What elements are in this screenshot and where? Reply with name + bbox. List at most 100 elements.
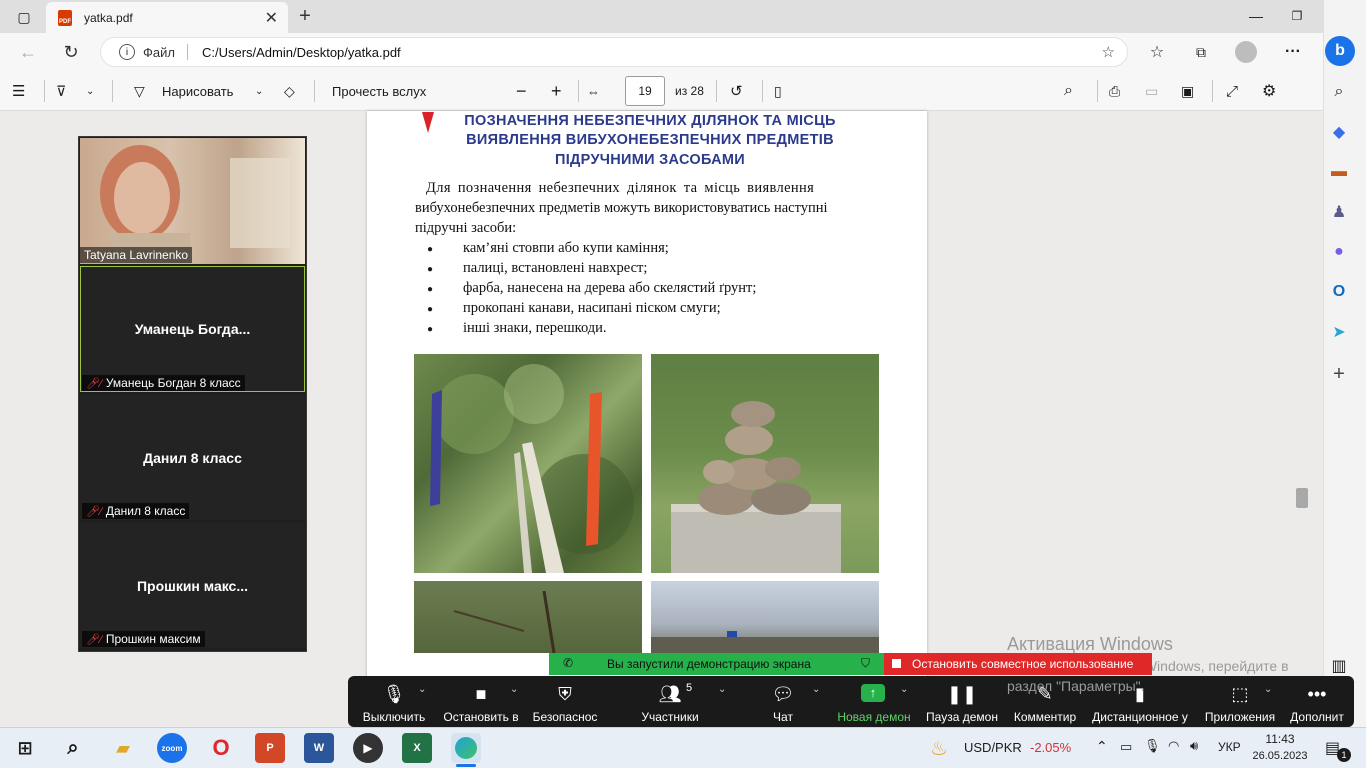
file-explorer-icon[interactable]: ▰	[108, 733, 138, 763]
clock-date[interactable]: 26.05.2023	[1250, 750, 1310, 762]
more-button[interactable]: ••• Дополнит	[1285, 676, 1349, 727]
shield-check-icon: ⛉	[861, 656, 871, 670]
save-icon[interactable]: ▭	[1145, 71, 1165, 111]
pdf-settings-icon[interactable]: ⚙	[1262, 71, 1282, 111]
page-total: из 28	[675, 84, 704, 98]
refresh-icon[interactable]: ↻	[58, 40, 84, 64]
favorites-icon[interactable]: ☆	[1144, 40, 1170, 64]
tray-mic-icon[interactable]: 🎙︎	[1144, 738, 1161, 754]
apps-chevron-icon[interactable]: ⌄	[1264, 684, 1272, 695]
contents-icon[interactable]: ☰	[12, 71, 32, 111]
pause-share-button[interactable]: ❚❚ Пауза демон	[924, 676, 1000, 727]
page-number-input[interactable]: 19	[625, 76, 665, 106]
tab-yatka[interactable]: PDF yatka.pdf ✕	[46, 2, 288, 33]
windows-start-icon[interactable]: ⊞	[10, 733, 40, 763]
collections-icon[interactable]: ⧉	[1188, 40, 1214, 64]
toolbar-separator	[314, 80, 315, 102]
red-marker-icon	[422, 112, 434, 133]
stop-share-button[interactable]: Остановить совместное использование	[884, 653, 1152, 675]
tab-close-icon[interactable]: ✕	[265, 8, 278, 28]
participants-button[interactable]: 👥︎ Участники	[636, 676, 704, 727]
mic-muted-icon: 🎤︎⁄	[86, 505, 102, 518]
share-chevron-icon[interactable]: ⌄	[900, 684, 908, 695]
video-tatyana[interactable]	[80, 138, 305, 264]
tools-icon[interactable]: ▬	[1325, 158, 1353, 186]
participant-label-text: Tatyana Lavrinenko	[84, 248, 189, 262]
pdf-file-icon: PDF	[58, 9, 72, 26]
info-icon[interactable]: i	[119, 44, 135, 60]
participant-label: Tatyana Lavrinenko	[80, 247, 193, 263]
pdf-scrollbar-thumb[interactable]	[1296, 488, 1308, 508]
participants-label: Участники	[641, 710, 699, 724]
volume-icon[interactable]: 🔊︎	[1190, 738, 1198, 754]
participant-label: 🎤︎⁄ Прошкин максим	[82, 631, 205, 647]
stop-icon	[892, 659, 901, 668]
restore-icon[interactable]: ❐	[1280, 4, 1314, 28]
bing-icon[interactable]: b	[1325, 36, 1355, 66]
eraser-icon[interactable]: ◇	[284, 71, 302, 111]
participant-label: 🎤︎⁄ Данил 8 класс	[82, 503, 190, 519]
fullscreen-icon[interactable]: ⤢	[1226, 71, 1246, 111]
mic-muted-icon: 🎤︎⁄	[86, 633, 102, 646]
profile-avatar[interactable]	[1235, 41, 1257, 63]
windows-taskbar	[0, 727, 1366, 768]
address-field[interactable]: i Файл C:/Users/Admin/Desktop/yatka.pdf …	[100, 37, 1128, 67]
rotate-icon[interactable]: ↺	[730, 71, 750, 111]
edge-logo-icon	[455, 737, 477, 759]
excel-icon[interactable]: X	[402, 733, 432, 763]
draw-chevron-icon[interactable]: ⌄	[255, 71, 269, 111]
read-aloud-button[interactable]: Прочесть вслух	[332, 71, 426, 111]
games-icon[interactable]: ♟	[1325, 198, 1353, 226]
outlook-icon[interactable]: O	[1325, 278, 1353, 306]
draw-icon[interactable]: ▽	[134, 71, 152, 111]
clock-time[interactable]: 11:43	[1250, 732, 1310, 746]
add-sidebar-icon[interactable]: +	[1325, 360, 1353, 388]
save-as-icon[interactable]: ▣	[1181, 71, 1201, 111]
taskbar-search-icon[interactable]: ⌕	[58, 733, 88, 763]
opera-icon[interactable]: O	[206, 733, 236, 763]
input-language[interactable]: УКР	[1218, 740, 1241, 754]
media-player-icon[interactable]: ▶	[353, 733, 383, 763]
annotate-label: Комментир	[1013, 710, 1077, 724]
add-favorite-icon[interactable]: ☆	[1102, 43, 1115, 61]
highlight-chevron-icon[interactable]: ⌄	[86, 71, 100, 111]
search-icon[interactable]: ⌕	[1064, 71, 1084, 111]
currency-pair[interactable]: USD/PKR	[964, 740, 1022, 755]
zoom-app-icon[interactable]: zoom	[157, 733, 187, 763]
photo-stones	[651, 354, 879, 573]
shopping-icon[interactable]: ◆	[1325, 118, 1353, 146]
back-icon[interactable]: ←	[15, 40, 41, 64]
chat-chevron-icon[interactable]: ⌄	[812, 684, 820, 695]
activation-line3: раздел "Параметры".	[1007, 678, 1145, 694]
security-button[interactable]: ⛨ Безопаснос	[530, 676, 600, 727]
telegram-icon[interactable]: ➤	[1325, 318, 1353, 346]
pdf-paragraph-line2: вибухонебезпечних предметів можуть викор…	[415, 200, 828, 216]
highlight-icon[interactable]: ⊽	[56, 71, 76, 111]
wifi-icon[interactable]: ◠	[1168, 738, 1179, 754]
participants-chevron-icon[interactable]: ⌄	[718, 684, 726, 695]
chat-button[interactable]: 💬︎ Чат	[760, 676, 806, 727]
word-icon[interactable]: W	[304, 733, 334, 763]
powerpoint-icon[interactable]: P	[255, 733, 285, 763]
currency-widget-icon[interactable]: ♨	[930, 736, 948, 761]
mute-chevron-icon[interactable]: ⌄	[418, 684, 426, 695]
sidebar-search-icon[interactable]: ⌕	[1325, 78, 1353, 106]
toolbar-separator	[112, 80, 113, 102]
new-tab-button[interactable]: +	[292, 4, 318, 28]
video-chevron-icon[interactable]: ⌄	[510, 684, 518, 695]
page-view-icon[interactable]: ▯	[774, 71, 794, 111]
draw-button[interactable]: Нарисовать	[162, 71, 233, 111]
zoom-out-button[interactable]: −	[516, 71, 532, 111]
settings-more-icon[interactable]: ···	[1280, 40, 1306, 64]
edge-taskbar-icon[interactable]	[451, 733, 481, 763]
fit-width-icon[interactable]: ⇔	[587, 71, 607, 111]
print-icon[interactable]: ⎙	[1109, 71, 1129, 111]
tab-actions-icon[interactable]: ▢	[12, 6, 36, 28]
minimize-icon[interactable]: —	[1236, 4, 1276, 28]
participant-label-text: Прошкин максим	[105, 632, 201, 646]
tray-chevron-icon[interactable]: ⌃	[1096, 738, 1108, 755]
zoom-in-button[interactable]: +	[551, 71, 567, 111]
security-label: Безопаснос	[532, 710, 598, 724]
office-icon[interactable]: ●	[1325, 238, 1353, 266]
battery-icon[interactable]: ▭	[1120, 739, 1132, 755]
